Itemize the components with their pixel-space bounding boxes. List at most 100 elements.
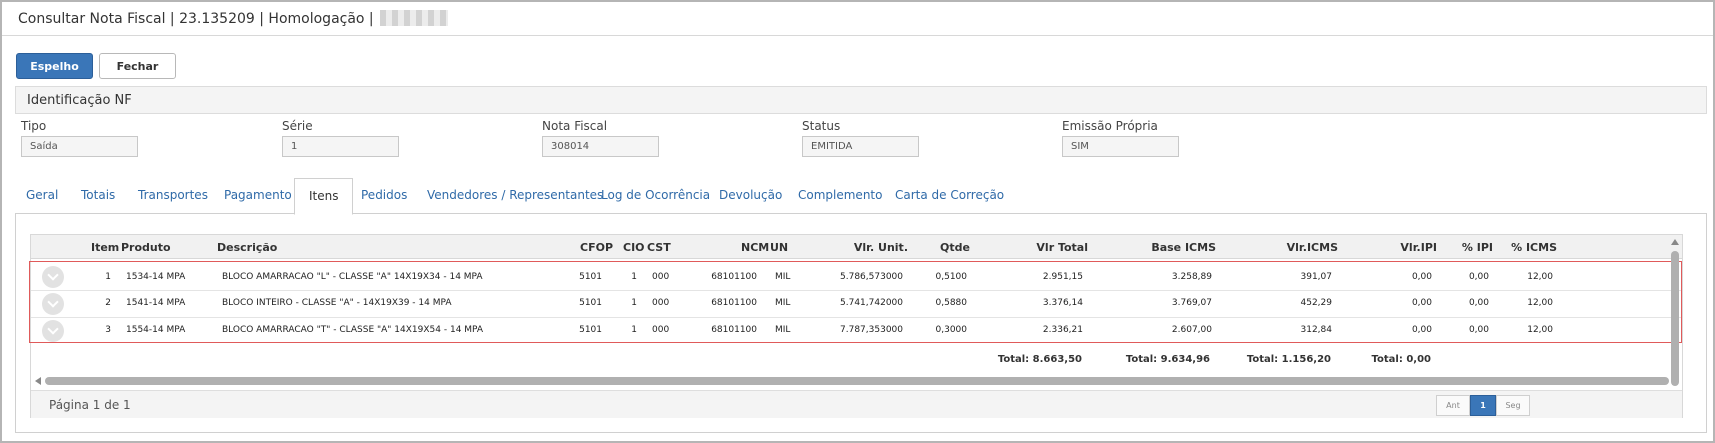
col-un[interactable]: UN: [770, 241, 788, 254]
cell-vlr-unit: 5.741,742000: [840, 298, 903, 308]
col-vlr-ipi[interactable]: Vlr.IPI: [1400, 241, 1437, 254]
cell-vlr-icms: 452,29: [1300, 298, 1333, 308]
cell-base-icms: 2.607,00: [1171, 325, 1212, 335]
cell-cst: 000: [652, 325, 670, 335]
tab-carta-correcao[interactable]: Carta de Correção: [895, 188, 1004, 202]
cell-item: 3: [105, 325, 111, 335]
vertical-scrollbar[interactable]: [1670, 239, 1680, 411]
cell-vlr-icms: 312,84: [1300, 325, 1333, 335]
page-1-button[interactable]: 1: [1470, 395, 1496, 416]
page-info: Página 1 de 1: [49, 398, 131, 412]
tab-complemento[interactable]: Complemento: [798, 188, 882, 202]
cell-un: MIL: [775, 298, 791, 308]
identificacao-header: Identificação NF: [15, 86, 1707, 114]
cell-base-icms: 3.769,07: [1171, 298, 1212, 308]
cell-vlr-total: 3.376,14: [1042, 298, 1083, 308]
status-label: Status: [802, 119, 841, 133]
col-cfop[interactable]: CFOP: [580, 241, 613, 254]
col-cio[interactable]: CIO: [623, 241, 645, 254]
cell-vlr-total: 2.951,15: [1042, 272, 1083, 282]
cell-pct-icms: 12,00: [1527, 325, 1553, 335]
nota-fiscal-field[interactable]: 308014: [542, 136, 659, 157]
vertical-scroll-thumb[interactable]: [1671, 251, 1679, 386]
chevron-down-icon[interactable]: [42, 266, 64, 288]
redacted-user: [380, 10, 449, 26]
col-vlr-unit[interactable]: Vlr. Unit.: [854, 241, 908, 254]
chevron-down-icon[interactable]: [42, 293, 64, 315]
horizontal-scroll-thumb[interactable]: [45, 377, 1669, 385]
cell-cst: 000: [652, 298, 670, 308]
cell-vlr-ipi: 0,00: [1411, 298, 1432, 308]
tab-totais[interactable]: Totais: [81, 188, 115, 202]
cell-cst: 000: [652, 272, 670, 282]
next-page-button[interactable]: Seg: [1496, 395, 1530, 416]
tab-geral[interactable]: Geral: [26, 188, 58, 202]
tab-pagamento[interactable]: Pagamento: [224, 188, 292, 202]
cell-cfop: 5101: [579, 272, 602, 282]
fechar-button[interactable]: Fechar: [99, 53, 176, 79]
table-row[interactable]: 2 1541-14 MPA BLOCO INTEIRO - CLASSE "A"…: [31, 290, 1682, 318]
cell-vlr-unit: 7.787,353000: [840, 325, 903, 335]
emissao-propria-field[interactable]: SIM: [1062, 136, 1179, 157]
identificacao-title: Identificação NF: [27, 93, 132, 108]
emissao-propria-label: Emissão Própria: [1062, 119, 1158, 133]
tipo-field[interactable]: Saída: [21, 136, 138, 157]
total-vlr-total: Total: 8.663,50: [997, 354, 1082, 365]
tab-devolucao[interactable]: Devolução: [719, 188, 782, 202]
cell-base-icms: 3.258,89: [1171, 272, 1212, 282]
tab-pedidos[interactable]: Pedidos: [361, 188, 407, 202]
status-field[interactable]: EMITIDA: [802, 136, 919, 157]
cell-cio: 1: [631, 272, 637, 282]
col-pct-ipi[interactable]: % IPI: [1462, 241, 1493, 254]
scroll-left-icon[interactable]: [35, 377, 41, 385]
cell-cfop: 5101: [579, 298, 602, 308]
prev-page-button[interactable]: Ant: [1436, 395, 1470, 416]
window-title: Consultar Nota Fiscal | 23.135209 | Homo…: [18, 10, 449, 27]
tab-log-ocorrencia[interactable]: Log de Ocorrência: [601, 188, 710, 202]
cell-pct-ipi: 0,00: [1468, 272, 1489, 282]
col-descricao[interactable]: Descrição: [217, 241, 277, 254]
cell-item: 1: [105, 272, 111, 282]
col-cst[interactable]: CST: [647, 241, 671, 254]
cell-vlr-ipi: 0,00: [1411, 272, 1432, 282]
col-produto[interactable]: Produto: [121, 241, 171, 254]
cell-un: MIL: [775, 272, 791, 282]
nota-fiscal-label: Nota Fiscal: [542, 119, 608, 133]
serie-label: Série: [282, 119, 313, 133]
col-item[interactable]: Item: [91, 241, 119, 254]
total-vlr-ipi: Total: 0,00: [1371, 354, 1431, 365]
table-row[interactable]: 3 1554-14 MPA BLOCO AMARRACAO "T" - CLAS…: [31, 317, 1682, 345]
cell-pct-ipi: 0,00: [1468, 298, 1489, 308]
tab-vendedores[interactable]: Vendedores / Representantes: [427, 188, 603, 202]
serie-field[interactable]: 1: [282, 136, 399, 157]
chevron-down-icon[interactable]: [42, 320, 64, 342]
cell-cio: 1: [631, 298, 637, 308]
col-ncm[interactable]: NCM: [741, 241, 769, 254]
cell-produto: 1534-14 MPA: [126, 272, 186, 282]
total-vlr-icms: Total: 1.156,20: [1246, 354, 1331, 365]
cell-vlr-unit: 5.786,573000: [840, 272, 903, 282]
tab-transportes[interactable]: Transportes: [138, 188, 208, 202]
table-row[interactable]: 1 1534-14 MPA BLOCO AMARRACAO "L" - CLAS…: [31, 263, 1682, 291]
tab-itens[interactable]: Itens: [294, 178, 354, 215]
items-grid: Item Produto Descrição CFOP CIO CST NCM …: [29, 234, 1683, 418]
col-vlr-total[interactable]: Vlr Total: [1036, 241, 1088, 254]
cell-cio: 1: [631, 325, 637, 335]
total-base-icms: Total: 9.634,96: [1125, 354, 1210, 365]
cell-ncm: 68101100: [711, 298, 757, 308]
horizontal-scrollbar[interactable]: [33, 375, 1680, 388]
cell-descricao: BLOCO INTEIRO - CLASSE "A" - 14X19X39 - …: [222, 298, 452, 308]
scroll-up-icon[interactable]: [1671, 239, 1679, 245]
cell-vlr-icms: 391,07: [1300, 272, 1333, 282]
cell-pct-icms: 12,00: [1527, 272, 1553, 282]
cell-qtde: 0,5100: [935, 272, 968, 282]
col-vlr-icms[interactable]: Vlr.ICMS: [1287, 241, 1338, 254]
col-base-icms[interactable]: Base ICMS: [1151, 241, 1216, 254]
cell-vlr-ipi: 0,00: [1411, 325, 1432, 335]
col-pct-icms[interactable]: % ICMS: [1511, 241, 1557, 254]
col-qtde[interactable]: Qtde: [940, 241, 970, 254]
cell-vlr-total: 2.336,21: [1042, 325, 1083, 335]
tab-bar: Geral Totais Transportes Pagamento Itens…: [15, 178, 1707, 215]
espelho-button[interactable]: Espelho: [16, 53, 93, 79]
grid-header: Item Produto Descrição CFOP CIO CST NCM …: [31, 235, 1682, 259]
